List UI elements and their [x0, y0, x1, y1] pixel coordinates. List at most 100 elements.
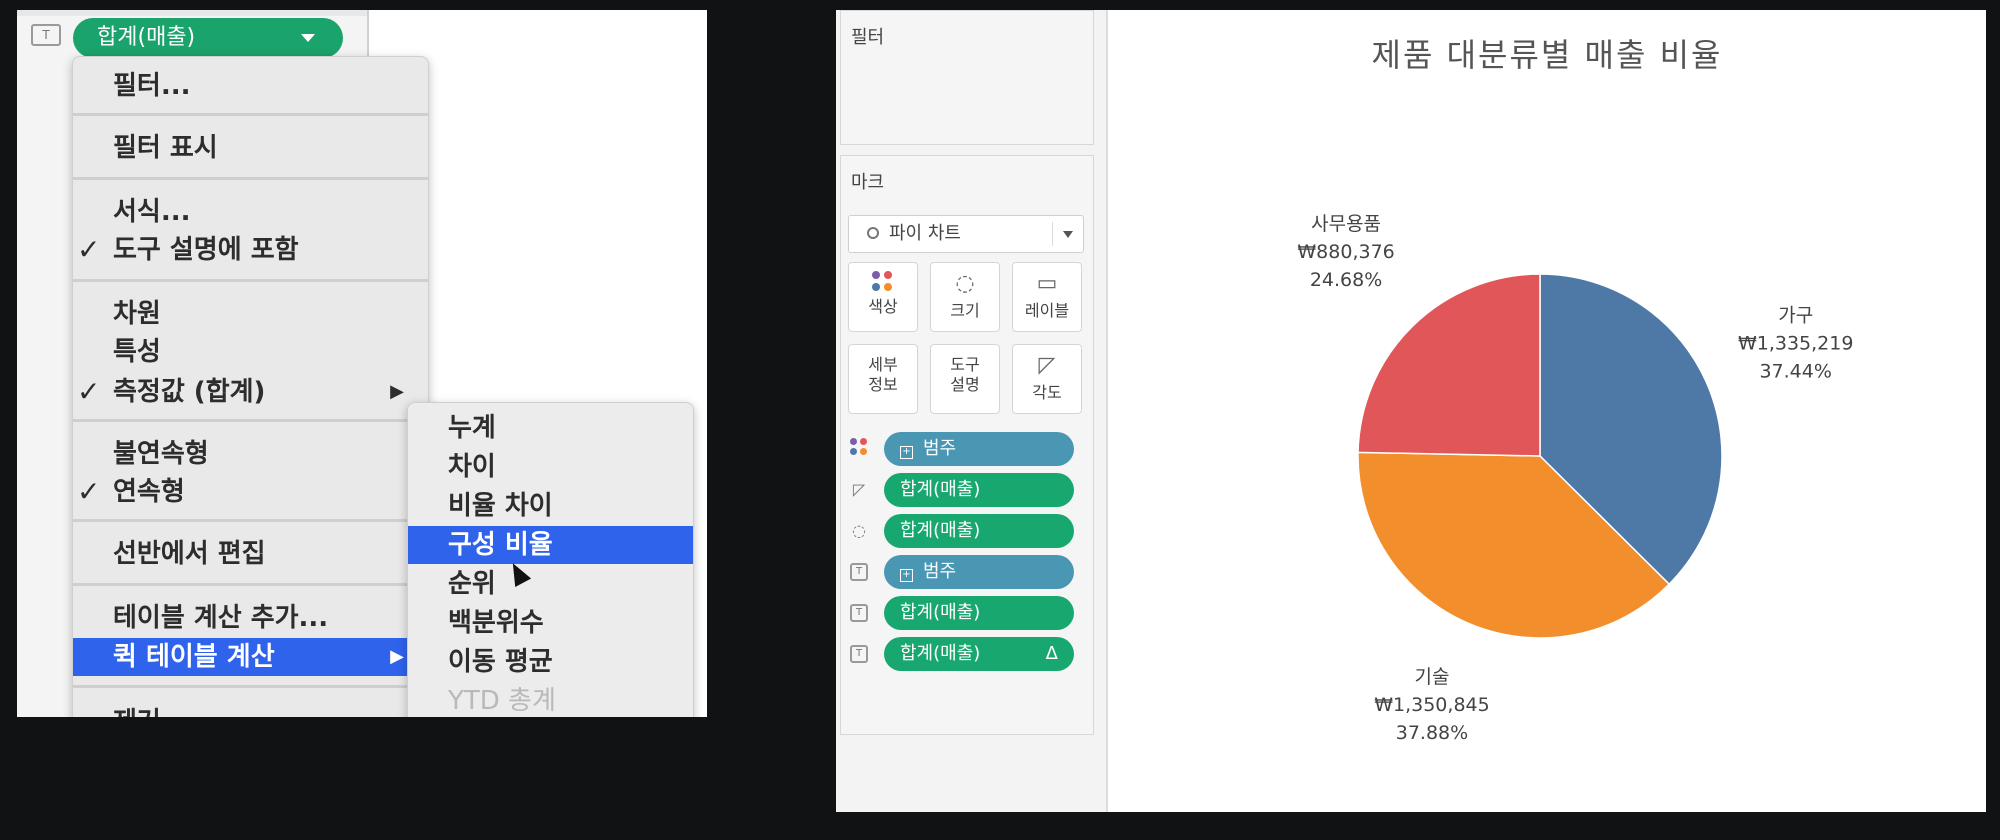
submenu-item-percent-of-total[interactable]: 구성 비율: [408, 526, 693, 564]
menu-item-include-in-tooltip[interactable]: ✓ 도구 설명에 포함: [73, 231, 428, 269]
slice-value-label: ₩1,335,219: [1738, 333, 1853, 355]
check-icon: ✓: [77, 375, 101, 408]
size-button-label: 크기: [950, 301, 980, 320]
submenu-item-percentile[interactable]: 백분위수: [408, 604, 693, 642]
mark-pill-row: T + 범주: [848, 555, 1088, 589]
menu-divider: [73, 113, 428, 116]
chevron-down-icon[interactable]: [301, 34, 315, 42]
mark-pill-row: ◌ 합계(매출): [848, 514, 1088, 548]
menu-divider: [73, 177, 428, 180]
menu-divider: [73, 519, 428, 522]
angle-button[interactable]: ◸ 각도: [1012, 344, 1082, 414]
slice-value-label: ₩880,376: [1297, 241, 1394, 263]
detail-button[interactable]: 세부 정보: [848, 344, 918, 414]
color-button-label: 색상: [868, 297, 898, 316]
mark-pill-row: + 범주: [848, 432, 1088, 466]
submenu-arrow-icon: ▶: [390, 646, 404, 667]
context-menu-screenshot: T 합계(매출) 필터... 필터 표시 서식... ✓ 도구 설명에 포함 차원…: [17, 10, 707, 717]
expand-icon: +: [900, 446, 913, 459]
quick-table-calc-submenu: 누계 차이 비율 차이 구성 비율 순위 백분위수 이동 평균 YTD 총계: [407, 402, 694, 717]
size-icon: ◌: [852, 521, 866, 540]
menu-item-edit-in-shelf[interactable]: 선반에서 편집: [73, 535, 428, 573]
tooltip-button-label: 도구 설명: [950, 355, 980, 394]
filters-card: 필터: [840, 10, 1094, 145]
color-button[interactable]: 색상: [848, 262, 918, 332]
menu-divider: [73, 583, 428, 586]
slice-percent-label: 37.88%: [1396, 722, 1468, 744]
sales-percent-label-pill[interactable]: 합계(매출) Δ: [884, 637, 1074, 671]
chevron-down-icon[interactable]: [1063, 231, 1073, 238]
pie-label-1: 기술 ₩1,350,845 37.88%: [1374, 666, 1489, 744]
menu-item-discrete[interactable]: 불연속형: [73, 435, 428, 473]
menu-item-continuous[interactable]: ✓ 연속형: [73, 473, 428, 511]
menu-item-remove[interactable]: 제거: [73, 703, 428, 717]
cards-column: 필터 마크 파이 차트 색상 ◌ 크기 ▭ 레이블 세부 정보 도구 설명 ◸ …: [836, 10, 1094, 812]
text-mark-icon: T: [31, 24, 61, 46]
label-button[interactable]: ▭ 레이블: [1012, 262, 1082, 332]
menu-item-format[interactable]: 서식...: [73, 193, 428, 231]
dropdown-divider: [1052, 222, 1053, 246]
slice-value-label: ₩1,350,845: [1374, 694, 1489, 716]
pie-slice-2[interactable]: [1357, 273, 1541, 457]
sales-size-pill[interactable]: 합계(매출): [884, 514, 1074, 548]
submenu-item-moving-average[interactable]: 이동 평균: [408, 643, 693, 681]
label-icon: T: [850, 563, 868, 581]
menu-item-quick-table-calc[interactable]: 퀵 테이블 계산 ▶: [73, 638, 428, 676]
mark-pill-row: T 합계(매출): [848, 596, 1088, 630]
category-label-pill[interactable]: + 범주: [884, 555, 1074, 589]
mark-type-label: 파이 차트: [889, 223, 961, 244]
size-button[interactable]: ◌ 크기: [930, 262, 1000, 332]
pie-icon: [867, 227, 879, 239]
pie-chart: 가구 ₩1,335,219 37.44% 기술 ₩1,350,845 37.88% 사무용품…: [1297, 213, 1853, 744]
mark-type-dropdown[interactable]: 파이 차트: [848, 215, 1084, 253]
label-icon: T: [850, 645, 868, 663]
slice-category-label: 기술: [1414, 666, 1449, 688]
color-dots-icon: [872, 271, 894, 293]
menu-divider: [73, 419, 428, 422]
visualization-area: 제품 대분류별 매출 비율 가구 ₩1,335,219 37.44% 기술 ₩1,350…: [1106, 10, 1986, 812]
tooltip-button[interactable]: 도구 설명: [930, 344, 1000, 414]
label-button-label: 레이블: [1024, 301, 1070, 320]
submenu-item-running-total[interactable]: 누계: [408, 409, 693, 447]
marks-card-title: 마크: [851, 172, 885, 193]
submenu-item-difference[interactable]: 차이: [408, 448, 693, 486]
pie-chart-screenshot: 필터 마크 파이 차트 색상 ◌ 크기 ▭ 레이블 세부 정보 도구 설명 ◸ …: [836, 10, 1986, 812]
detail-button-label: 세부 정보: [868, 355, 898, 394]
label-icon: T: [850, 604, 868, 622]
table-calc-delta-icon: Δ: [1045, 643, 1058, 664]
submenu-item-rank[interactable]: 순위: [408, 565, 693, 603]
angle-icon: ◸: [852, 480, 866, 499]
menu-item-measure-sum[interactable]: ✓ 측정값 (합계) ▶: [73, 373, 428, 411]
pie-label-0: 가구 ₩1,335,219 37.44%: [1738, 305, 1853, 383]
measure-pill-label: 합계(매출): [97, 25, 196, 50]
mark-pill-row: T 합계(매출) Δ: [848, 637, 1088, 671]
submenu-arrow-icon: ▶: [390, 381, 404, 402]
menu-item-add-table-calc[interactable]: 테이블 계산 추가...: [73, 599, 428, 637]
pill-context-menu: 필터... 필터 표시 서식... ✓ 도구 설명에 포함 차원 특성 ✓ 측정값 …: [72, 56, 429, 717]
slice-category-label: 가구: [1778, 305, 1813, 327]
angle-button-label: 각도: [1032, 383, 1062, 402]
submenu-item-percent-difference[interactable]: 비율 차이: [408, 487, 693, 525]
menu-item-filter[interactable]: 필터...: [73, 67, 428, 105]
measure-pill[interactable]: 합계(매출): [73, 18, 343, 58]
slice-category-label: 사무용품: [1311, 213, 1381, 235]
filters-card-title: 필터: [851, 27, 885, 48]
menu-item-dimension[interactable]: 차원: [73, 295, 428, 333]
menu-item-show-filter[interactable]: 필터 표시: [73, 129, 428, 167]
slice-percent-label: 24.68%: [1310, 269, 1382, 291]
sales-label-pill[interactable]: 합계(매출): [884, 596, 1074, 630]
menu-divider: [73, 279, 428, 282]
sales-angle-pill[interactable]: 합계(매출): [884, 473, 1074, 507]
slice-percent-label: 37.44%: [1759, 361, 1831, 383]
mark-pill-row: ◸ 합계(매출): [848, 473, 1088, 507]
category-color-pill[interactable]: + 범주: [884, 432, 1074, 466]
check-icon: ✓: [77, 233, 101, 266]
submenu-item-ytd-total: YTD 총계: [448, 686, 556, 716]
label-icon: ▭: [1036, 271, 1058, 296]
menu-item-attribute[interactable]: 특성: [73, 333, 428, 371]
expand-icon: +: [900, 569, 913, 582]
menu-divider: [73, 685, 428, 688]
check-icon: ✓: [77, 475, 101, 508]
size-icon: ◌: [955, 271, 975, 296]
color-dots-icon: [848, 438, 870, 460]
